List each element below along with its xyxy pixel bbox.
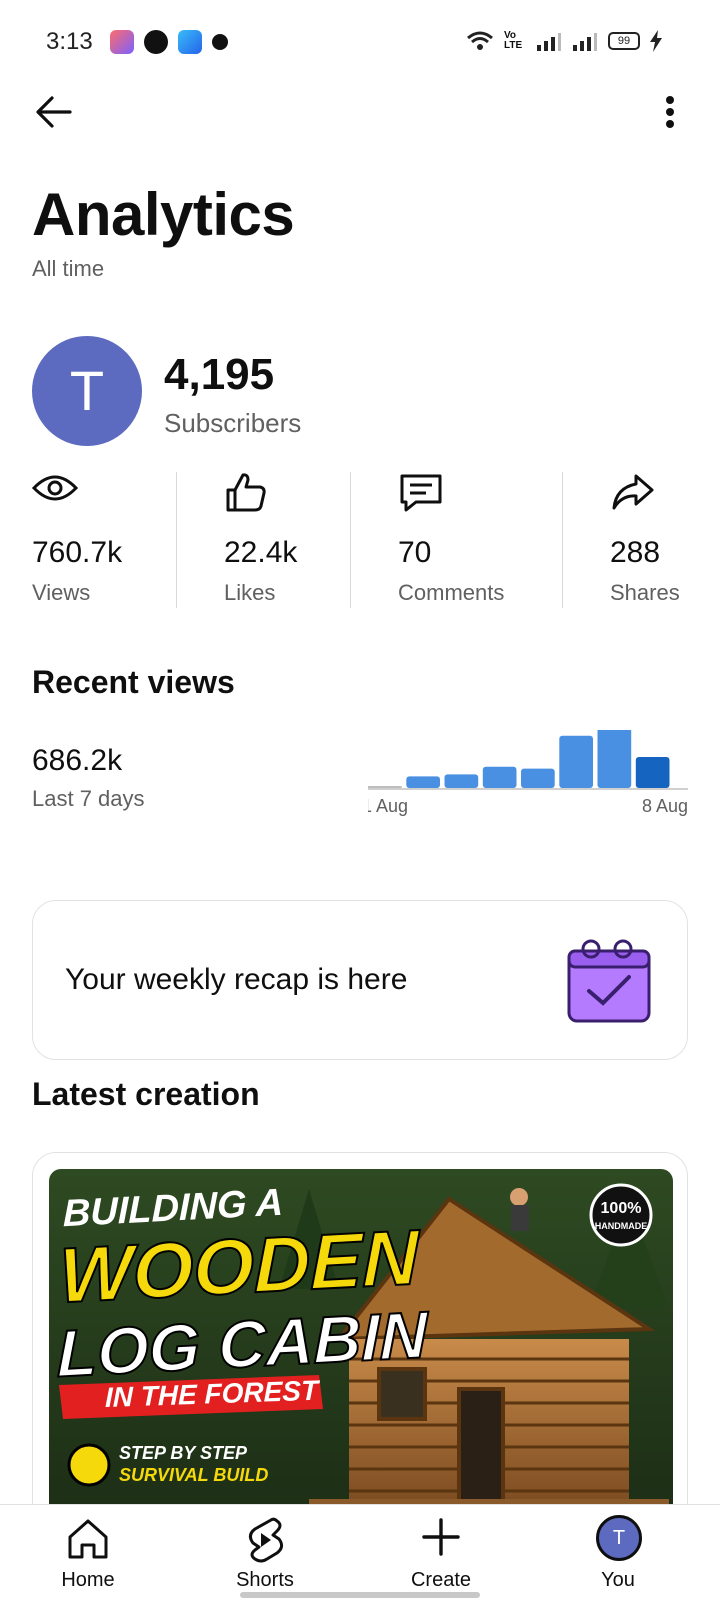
channel-avatar: T — [32, 336, 142, 446]
views-value: 760.7k — [32, 536, 123, 569]
weekly-recap-card[interactable]: Your weekly recap is here — [32, 900, 688, 1060]
more-options-button[interactable] — [660, 92, 680, 132]
back-button[interactable] — [34, 92, 74, 132]
stat-divider — [562, 472, 563, 608]
thumbnail-seal-line1: 100% — [601, 1200, 642, 1217]
chart-bar-8-aug — [635, 757, 670, 788]
status-indicators: Vo LTE 99 — [466, 30, 662, 52]
thumbnail-badge-line1: STEP BY STEP — [119, 1443, 248, 1463]
notification-icons — [110, 30, 228, 54]
chart-x-start-label: 1 Aug — [368, 796, 408, 816]
page-title: Analytics — [32, 181, 295, 248]
chart-bar-4-aug — [482, 766, 517, 788]
nav-shorts-label: Shorts — [236, 1569, 294, 1591]
video-thumbnail[interactable]: BUILDING A WOODEN LOG CABIN IN THE FORES… — [49, 1169, 673, 1551]
recent-views-period: Last 7 days — [32, 786, 145, 811]
calendar-check-icon — [567, 939, 651, 1023]
chart-bar-3-aug — [444, 774, 479, 788]
chart-bar-2-aug — [406, 776, 440, 788]
shorts-icon — [248, 1517, 284, 1563]
chart-bar-7-aug — [597, 730, 632, 788]
nav-create[interactable]: Create — [381, 1505, 501, 1600]
app-notification-icon — [212, 34, 228, 50]
top-bar — [0, 86, 720, 136]
stats-row: 760.7k Views 22.4k Likes 70 Comments 288… — [0, 472, 720, 608]
stat-divider — [350, 472, 351, 608]
weekly-recap-text: Your weekly recap is here — [65, 963, 408, 996]
comments-value: 70 — [398, 536, 432, 569]
views-label: Views — [32, 580, 91, 605]
nav-home[interactable]: Home — [28, 1505, 148, 1600]
latest-creation-card[interactable]: BUILDING A WOODEN LOG CABIN IN THE FORES… — [32, 1152, 688, 1552]
share-icon — [612, 474, 654, 510]
signal-icon — [537, 33, 561, 51]
nav-create-label: Create — [410, 1569, 472, 1591]
subscribers-label: Subscribers — [164, 408, 302, 438]
thumbnail-badge-line2: SURVIVAL BUILD — [119, 1465, 268, 1485]
recent-views-value: 686.2k — [32, 744, 123, 777]
thumbnail-seal-line2: HANDMADE — [595, 1221, 648, 1231]
avatar: T — [596, 1515, 642, 1561]
subscribers-count: 4,195 — [164, 350, 275, 399]
shares-value: 288 — [610, 536, 661, 569]
likes-value: 22.4k — [224, 536, 298, 569]
nav-you-label: You — [601, 1569, 635, 1591]
chart-bar-5-aug — [521, 768, 555, 788]
nav-shorts[interactable]: Shorts — [205, 1505, 325, 1600]
app-notification-icon — [178, 30, 202, 54]
volte-label: Vo LTE — [504, 30, 523, 51]
chart-x-end-label: 8 Aug — [642, 796, 688, 816]
signal-icon — [573, 33, 597, 51]
status-bar: 3:13 Vo LTE 99 — [0, 0, 720, 86]
nav-you[interactable]: T You — [558, 1505, 678, 1600]
comments-label: Comments — [398, 580, 505, 605]
plus-icon — [422, 1518, 460, 1556]
home-icon — [68, 1519, 108, 1559]
status-time: 3:13 — [46, 28, 93, 55]
charging-icon — [650, 30, 662, 52]
chart-bar-6-aug — [559, 735, 593, 788]
app-notification-icon — [144, 30, 168, 54]
battery-icon: 99 — [608, 32, 640, 50]
recent-views-chart[interactable]: 1 Aug 8 Aug — [368, 730, 688, 838]
recent-views-title: Recent views — [32, 664, 235, 700]
back-arrow-icon — [36, 96, 72, 128]
app-notification-icon — [110, 30, 134, 54]
nav-home-label: Home — [61, 1569, 115, 1591]
latest-creation-title: Latest creation — [32, 1076, 260, 1112]
thumbs-up-icon — [226, 473, 266, 512]
thumbnail-image: BUILDING A WOODEN LOG CABIN IN THE FORES… — [49, 1169, 673, 1551]
chart-bar-1-aug — [368, 786, 402, 788]
bottom-navigation: Home Shorts Create T You — [0, 1504, 720, 1600]
wifi-icon — [467, 31, 493, 50]
more-vertical-icon — [666, 96, 674, 128]
home-indicator — [240, 1592, 480, 1598]
stat-divider — [176, 472, 177, 608]
comment-icon — [400, 474, 442, 512]
date-range-label: All time — [32, 256, 105, 281]
likes-label: Likes — [224, 580, 276, 605]
eye-icon — [32, 475, 78, 501]
shares-label: Shares — [610, 580, 680, 605]
